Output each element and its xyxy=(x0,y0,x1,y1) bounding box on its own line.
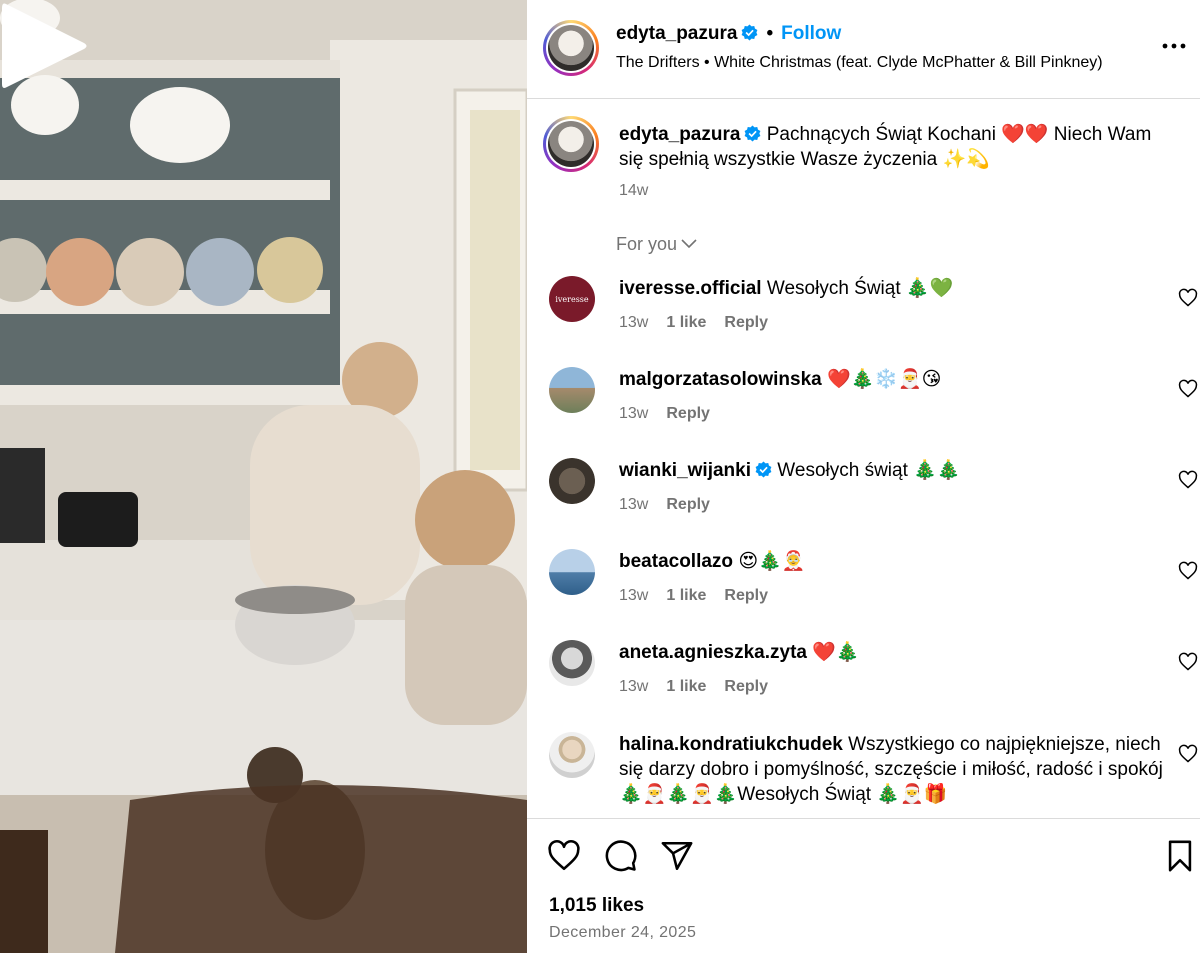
paper-plane-icon[interactable] xyxy=(660,839,694,873)
comment-likes[interactable]: 1 like xyxy=(666,587,706,604)
comment-time: 13w xyxy=(619,496,649,513)
post-actions: 1,015 likes December 24, 2025 xyxy=(527,818,1200,953)
caption-author-avatar[interactable] xyxy=(543,116,599,172)
avatar-logo-text: iveresse xyxy=(555,294,589,304)
comment-sort-dropdown[interactable]: For you xyxy=(616,234,697,255)
comment-icon[interactable] xyxy=(604,839,638,873)
comment-likes[interactable]: 1 like xyxy=(666,678,706,695)
comment-username[interactable]: wianki_wijanki xyxy=(619,460,751,481)
comment-like-icon[interactable] xyxy=(1178,561,1198,581)
author-username[interactable]: edyta_pazura xyxy=(616,23,737,44)
comment-username[interactable]: iveresse.official xyxy=(619,278,762,299)
verified-badge-icon xyxy=(742,24,758,41)
reply-button[interactable]: Reply xyxy=(724,314,768,331)
verified-badge-icon xyxy=(755,461,772,478)
video-frame xyxy=(0,0,527,953)
comment-like-icon[interactable] xyxy=(1178,744,1198,764)
comment-body: beatacollazo 😍🎄🤶 13w 1 like Reply xyxy=(619,549,1169,608)
comment-time: 13w xyxy=(619,678,649,695)
comment-text: ❤️🎄❄️🎅😘 xyxy=(827,369,942,390)
separator-dot: • xyxy=(766,23,774,44)
commenter-avatar[interactable]: iveresse xyxy=(549,276,595,322)
likes-count[interactable]: 1,015 likes xyxy=(549,895,644,917)
commenter-avatar[interactable] xyxy=(549,732,595,778)
comment-username[interactable]: aneta.agnieszka.zyta xyxy=(619,642,807,663)
comment-like-icon[interactable] xyxy=(1178,288,1198,308)
more-icon[interactable] xyxy=(1162,40,1186,52)
chevron-down-icon xyxy=(681,239,697,249)
caption-username[interactable]: edyta_pazura xyxy=(619,124,740,145)
post-panel: edyta_pazura • Follow The Drifters • White… xyxy=(527,0,1200,953)
verified-badge-icon xyxy=(745,125,761,142)
reply-button[interactable]: Reply xyxy=(724,587,768,604)
video-player[interactable] xyxy=(0,0,527,953)
comment-text: Wesołych świąt 🎄🎄 xyxy=(777,460,961,481)
comment-body: halina.kondratiukchudek Wszystkiego co n… xyxy=(619,732,1169,807)
post-date: December 24, 2025 xyxy=(549,924,697,941)
commenter-avatar[interactable] xyxy=(549,367,595,413)
author-line: edyta_pazura • Follow xyxy=(616,23,841,45)
audio-track[interactable]: The Drifters • White Christmas (feat. Cl… xyxy=(616,54,1146,72)
comment-username[interactable]: halina.kondratiukchudek xyxy=(619,734,843,755)
comment-body: aneta.agnieszka.zyta ❤️🎄 13w 1 like Reply xyxy=(619,640,1169,699)
bookmark-icon[interactable] xyxy=(1163,839,1197,873)
comment-like-icon[interactable] xyxy=(1178,652,1198,672)
comment-username[interactable]: beatacollazo xyxy=(619,551,733,572)
commenter-avatar[interactable] xyxy=(549,640,595,686)
comment-like-icon[interactable] xyxy=(1178,379,1198,399)
comment-sort-label: For you xyxy=(616,234,678,254)
commenter-avatar[interactable] xyxy=(549,458,595,504)
comment-time: 13w xyxy=(619,314,649,331)
comment-time: 13w xyxy=(619,405,649,422)
caption-timestamp: 14w xyxy=(619,182,649,199)
comment-likes[interactable]: 1 like xyxy=(666,314,706,331)
post-header: edyta_pazura • Follow The Drifters • White… xyxy=(527,0,1200,99)
comment-body: wianki_wijanki Wesołych świąt 🎄🎄 13w Repl… xyxy=(619,458,1169,517)
comment-body: iveresse.official Wesołych Świąt 🎄💚 13w 1… xyxy=(619,276,1169,335)
heart-icon[interactable] xyxy=(547,839,581,873)
comment-time: 13w xyxy=(619,587,649,604)
comment-text: ❤️🎄 xyxy=(812,642,860,663)
comment-body: malgorzatasolowinska ❤️🎄❄️🎅😘 13w Reply xyxy=(619,367,1169,426)
commenter-avatar[interactable] xyxy=(549,549,595,595)
comment-like-icon[interactable] xyxy=(1178,470,1198,490)
play-icon[interactable] xyxy=(0,0,90,92)
follow-button[interactable]: Follow xyxy=(781,23,841,44)
reply-button[interactable]: Reply xyxy=(724,678,768,695)
reply-button[interactable]: Reply xyxy=(666,496,710,513)
comment-text: 😍🎄🤶 xyxy=(738,551,806,572)
reply-button[interactable]: Reply xyxy=(666,405,710,422)
comment-username[interactable]: malgorzatasolowinska xyxy=(619,369,822,390)
caption-text-block: edyta_pazura Pachnących Świąt Kochani ❤️… xyxy=(619,122,1174,172)
author-avatar[interactable] xyxy=(543,20,599,76)
comment-text: Wesołych Świąt 🎄💚 xyxy=(766,278,954,299)
